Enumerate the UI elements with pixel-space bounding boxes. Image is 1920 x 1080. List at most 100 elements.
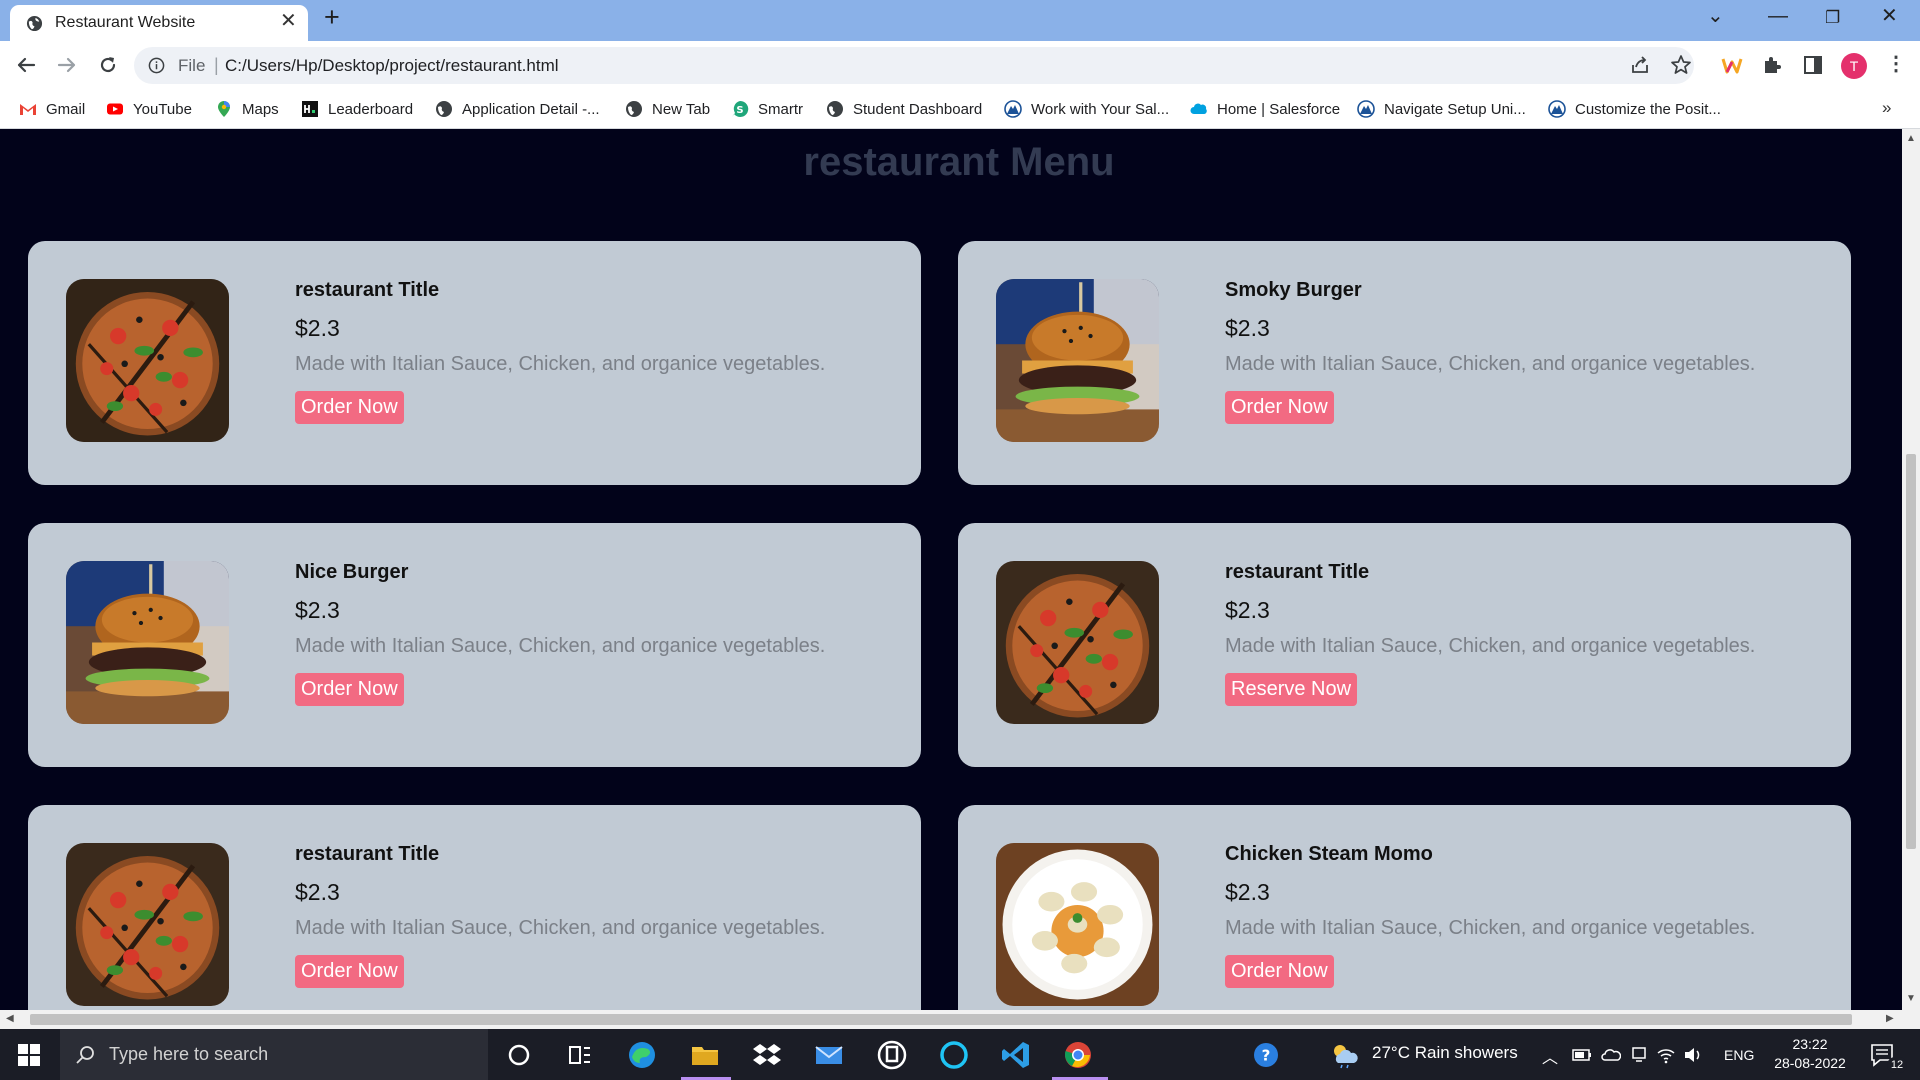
bookmark-smartr[interactable]: S Smartr — [731, 89, 803, 129]
back-arrow-icon[interactable] — [15, 54, 37, 76]
file-explorer-icon[interactable] — [689, 1039, 721, 1071]
menu-item-price: $2.3 — [1225, 315, 1270, 341]
reload-icon[interactable] — [97, 54, 119, 76]
windows-taskbar: Type here to search ? 27°C Rain showers … — [0, 1029, 1920, 1080]
bookmark-gmail[interactable]: Gmail — [19, 89, 85, 129]
language-indicator[interactable]: ENG — [1724, 1047, 1754, 1063]
wifi-icon[interactable] — [1656, 1046, 1676, 1064]
forward-arrow-icon[interactable] — [56, 54, 78, 76]
menu-item-description: Made with Italian Sauce, Chicken, and or… — [1225, 353, 1756, 375]
menu-item-price: $2.3 — [1225, 879, 1270, 905]
order-now-button[interactable]: Order Now — [1225, 955, 1334, 988]
bookmark-leaderboard[interactable]: Leaderboard — [301, 89, 413, 129]
cortana-icon[interactable] — [503, 1039, 535, 1071]
url-text[interactable]: C:/Users/Hp/Desktop/project/restaurant.h… — [225, 56, 559, 76]
bookmark-label: Smartr — [758, 100, 803, 118]
bookmark-application-detail[interactable]: Application Detail -... — [435, 89, 600, 129]
extension-w-icon[interactable] — [1720, 53, 1744, 77]
vertical-scroll-thumb[interactable] — [1906, 454, 1916, 849]
bookmark-maps[interactable]: Maps — [215, 89, 279, 129]
bookmark-youtube[interactable]: YouTube — [106, 89, 192, 129]
youtube-icon — [107, 103, 123, 115]
device-icon[interactable] — [1630, 1047, 1648, 1063]
bookmark-star-icon[interactable] — [1669, 53, 1693, 77]
menu-item-title: Chicken Steam Momo — [1225, 843, 1433, 865]
horizontal-scrollbar[interactable]: ◀ ▶ — [0, 1010, 1920, 1029]
chrome-icon[interactable] — [1062, 1039, 1094, 1071]
show-hidden-icons-chevron-icon[interactable]: ︿ — [1542, 1044, 1558, 1068]
onedrive-icon[interactable] — [1601, 1047, 1621, 1063]
reserve-now-button[interactable]: Reserve Now — [1225, 673, 1358, 706]
browser-tab[interactable]: Restaurant Website ✕ — [10, 5, 308, 41]
order-now-button[interactable]: Order Now — [295, 955, 404, 988]
globe-icon — [436, 101, 452, 117]
windows-start-icon[interactable] — [18, 1044, 40, 1066]
profile-avatar[interactable]: T — [1841, 53, 1867, 79]
bookmark-customize-position[interactable]: Customize the Posit... — [1548, 89, 1721, 129]
alexa-ring-icon[interactable] — [938, 1039, 970, 1071]
task-view-icon[interactable] — [564, 1039, 596, 1071]
trailhead-icon — [1004, 100, 1022, 118]
vscode-icon[interactable] — [1000, 1039, 1032, 1071]
restore-button[interactable]: ❐ — [1825, 9, 1840, 26]
order-now-button[interactable]: Order Now — [295, 391, 404, 424]
vertical-scrollbar[interactable]: ▲ ▼ — [1902, 129, 1920, 1010]
bookmark-work-with-your-sal[interactable]: Work with Your Sal... — [1004, 89, 1169, 129]
search-icon — [76, 1046, 94, 1064]
tab-search-chevron-icon[interactable]: ⌄ — [1707, 6, 1724, 26]
clock-time: 23:22 — [1792, 1036, 1828, 1052]
bookmark-label: Navigate Setup Uni... — [1384, 100, 1526, 118]
pizza-photo — [66, 843, 229, 1006]
taskbar-search-box[interactable]: Type here to search — [60, 1029, 488, 1080]
weather-text[interactable]: 27°C Rain showers — [1372, 1043, 1518, 1063]
help-icon[interactable]: ? — [1252, 1041, 1280, 1069]
bookmark-label: Home | Salesforce — [1217, 100, 1341, 118]
address-divider: | — [214, 55, 219, 75]
address-bar[interactable]: File | C:/Users/Hp/Desktop/project/resta… — [134, 47, 1694, 84]
burger-photo — [66, 561, 229, 724]
pizza-photo — [996, 561, 1159, 724]
scroll-down-arrow-icon[interactable]: ▼ — [1906, 993, 1916, 1004]
new-tab-button[interactable]: + — [324, 4, 340, 31]
search-placeholder: Type here to search — [109, 1044, 269, 1064]
battery-icon[interactable] — [1572, 1047, 1592, 1063]
minimize-button[interactable]: — — [1768, 6, 1788, 26]
scroll-left-arrow-icon[interactable]: ◀ — [6, 1013, 14, 1024]
tab-close-icon[interactable]: ✕ — [280, 11, 297, 31]
pizza-image — [66, 279, 229, 442]
bookmarks-overflow-icon[interactable]: » — [1882, 98, 1891, 118]
bookmark-label: Maps — [242, 100, 279, 118]
scroll-up-arrow-icon[interactable]: ▲ — [1906, 133, 1916, 144]
menu-item-description: Made with Italian Sauce, Chicken, and or… — [295, 917, 826, 939]
extensions-puzzle-icon[interactable] — [1760, 53, 1784, 77]
more-menu-icon[interactable]: ⋮ — [1886, 51, 1906, 76]
horizontal-scroll-thumb[interactable] — [30, 1014, 1852, 1025]
bookmark-navigate-setup[interactable]: Navigate Setup Uni... — [1357, 89, 1526, 129]
app-settings-circle-icon[interactable] — [876, 1039, 908, 1071]
burger-image — [996, 279, 1159, 442]
volume-icon[interactable] — [1683, 1046, 1703, 1064]
bookmark-label: Customize the Posit... — [1575, 100, 1721, 118]
menu-item-title: restaurant Title — [295, 843, 440, 865]
scroll-right-arrow-icon[interactable]: ▶ — [1886, 1013, 1894, 1024]
bookmark-student-dashboard[interactable]: Student Dashboard — [826, 89, 982, 129]
order-now-button[interactable]: Order Now — [1225, 391, 1334, 424]
weather-rain-icon[interactable] — [1330, 1041, 1360, 1069]
menu-card: Nice Burger $2.3 Made with Italian Sauce… — [28, 523, 921, 767]
side-panel-icon[interactable] — [1801, 53, 1825, 77]
order-now-button[interactable]: Order Now — [295, 673, 404, 706]
smartr-icon: S — [732, 100, 749, 117]
info-icon[interactable] — [148, 57, 165, 74]
bookmark-new-tab[interactable]: New Tab — [625, 89, 710, 129]
menu-item-price: $2.3 — [295, 879, 340, 905]
taskbar-clock[interactable]: 23:22 28-08-2022 — [1760, 1035, 1860, 1073]
pizza-photo — [66, 279, 229, 442]
menu-item-title: Nice Burger — [295, 561, 409, 583]
share-icon[interactable] — [1628, 53, 1652, 77]
pizza-image — [66, 843, 229, 1006]
mail-icon[interactable] — [813, 1039, 845, 1071]
close-window-button[interactable]: ✕ — [1881, 6, 1898, 26]
edge-browser-icon[interactable] — [626, 1039, 658, 1071]
dropbox-icon[interactable] — [751, 1039, 783, 1071]
bookmark-home-salesforce[interactable]: Home | Salesforce — [1190, 89, 1340, 129]
